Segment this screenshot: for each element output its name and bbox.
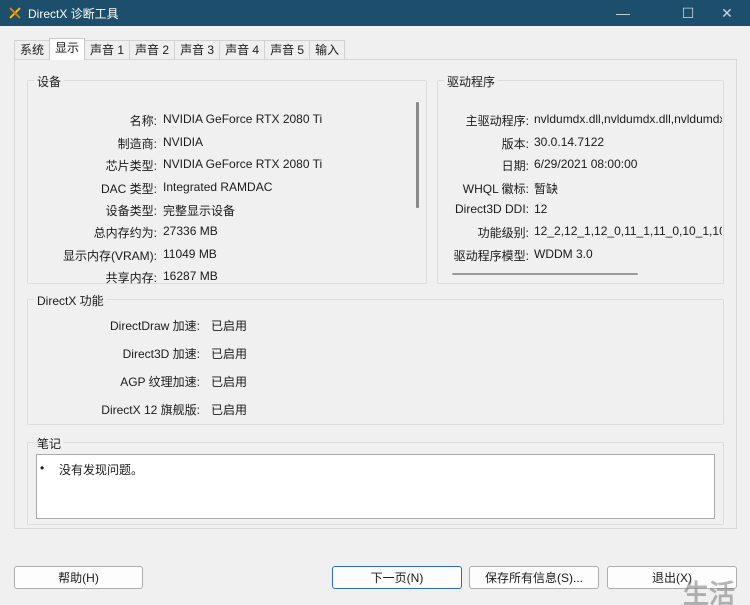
d3d-ddi-value: 12	[534, 202, 548, 216]
directdraw-accel-value: 已启用	[211, 319, 248, 333]
directx-features-title: DirectX 功能	[34, 292, 107, 309]
chip-type-label: 芯片类型:	[105, 159, 157, 173]
device-group-title: 设备	[34, 73, 65, 90]
dac-type-label: DAC 类型:	[100, 182, 157, 196]
minimize-icon[interactable]: —	[600, 0, 646, 26]
driver-version-label: 版本:	[501, 137, 529, 151]
drivers-hscrollbar-thumb[interactable]	[452, 273, 638, 275]
driver-model-value: WDDM 3.0	[534, 247, 593, 261]
total-memory-label: 总内存约为:	[93, 226, 157, 240]
dac-type-value: Integrated RAMDAC	[163, 180, 273, 194]
tab-sound-4[interactable]: 声音 4	[219, 40, 266, 60]
next-page-button[interactable]: 下一页(N)	[332, 566, 462, 589]
total-memory-value: 27336 MB	[163, 224, 218, 238]
close-icon[interactable]: ✕	[704, 0, 750, 26]
driver-date-value: 6/29/2021 08:00:00	[534, 157, 638, 171]
main-driver-label: 主驱动程序:	[465, 114, 529, 128]
agp-texture-accel-value: 已启用	[211, 375, 248, 389]
device-name-value: NVIDIA GeForce RTX 2080 Ti	[163, 112, 323, 126]
manufacturer-value: NVIDIA	[163, 135, 204, 149]
main-driver-value: nvldumdx.dll,nvldumdx.dll,nvldumdx.c	[534, 112, 722, 126]
whql-logo-value: 暂缺	[534, 182, 559, 196]
direct3d-accel-label: Direct3D 加速:	[122, 347, 200, 361]
tab-sound-2[interactable]: 声音 2	[129, 40, 176, 60]
device-name-label: 名称:	[129, 114, 157, 128]
title-bar: DirectX 诊断工具 — ☐ ✕	[0, 0, 750, 26]
driver-model-label: 驱动程序模型:	[453, 249, 529, 263]
drivers-group-title: 驱动程序	[444, 73, 499, 90]
vram-value: 11049 MB	[163, 247, 217, 261]
directx12-ultimate-value: 已启用	[211, 403, 248, 417]
feature-levels-label: 功能级别:	[477, 226, 529, 240]
tab-system[interactable]: 系统	[14, 40, 51, 60]
agp-texture-accel-label: AGP 纹理加速:	[120, 375, 200, 389]
help-button[interactable]: 帮助(H)	[14, 566, 143, 589]
driver-version-value: 30.0.14.7122	[534, 135, 605, 149]
vram-label: 显示内存(VRAM):	[63, 249, 157, 263]
tab-sound-3[interactable]: 声音 3	[174, 40, 221, 60]
directdraw-accel-label: DirectDraw 加速:	[109, 319, 200, 333]
whql-logo-label: WHQL 徽标:	[462, 182, 529, 196]
notes-item: 没有发现问题。	[59, 463, 144, 477]
tab-input[interactable]: 输入	[309, 40, 346, 60]
save-all-info-button[interactable]: 保存所有信息(S)...	[469, 566, 599, 589]
tab-sound-5[interactable]: 声音 5	[264, 40, 311, 60]
tab-sound-1[interactable]: 声音 1	[84, 40, 131, 60]
feature-levels-value: 12_2,12_1,12_0,11_1,11_0,10_1,10_0,9_	[534, 224, 722, 238]
d3d-ddi-label: Direct3D DDI:	[454, 202, 529, 216]
shared-memory-value: 16287 MB	[163, 269, 218, 283]
notes-title: 笔记	[34, 435, 65, 452]
direct3d-accel-value: 已启用	[211, 347, 248, 361]
notes-bullet: •	[40, 461, 45, 475]
chip-type-value: NVIDIA GeForce RTX 2080 Ti	[163, 157, 323, 171]
shared-memory-label: 共享内存:	[105, 271, 157, 285]
tab-strip: 系统 显示 声音 1 声音 2 声音 3 声音 4 声音 5 输入	[14, 38, 346, 60]
directx12-ultimate-label: DirectX 12 旗舰版:	[101, 403, 200, 417]
tab-display[interactable]: 显示	[49, 38, 86, 60]
driver-date-label: 日期:	[501, 159, 529, 173]
manufacturer-label: 制造商:	[117, 137, 157, 151]
watermark-text: 生活	[683, 579, 736, 605]
device-type-value: 完整显示设备	[163, 204, 236, 218]
directx-app-icon	[8, 6, 22, 20]
device-scrollbar-thumb[interactable]	[416, 102, 419, 208]
notes-textbox[interactable]: • 没有发现问题。	[36, 454, 715, 519]
window-title: DirectX 诊断工具	[28, 6, 119, 21]
device-type-label: 设备类型:	[105, 204, 157, 218]
